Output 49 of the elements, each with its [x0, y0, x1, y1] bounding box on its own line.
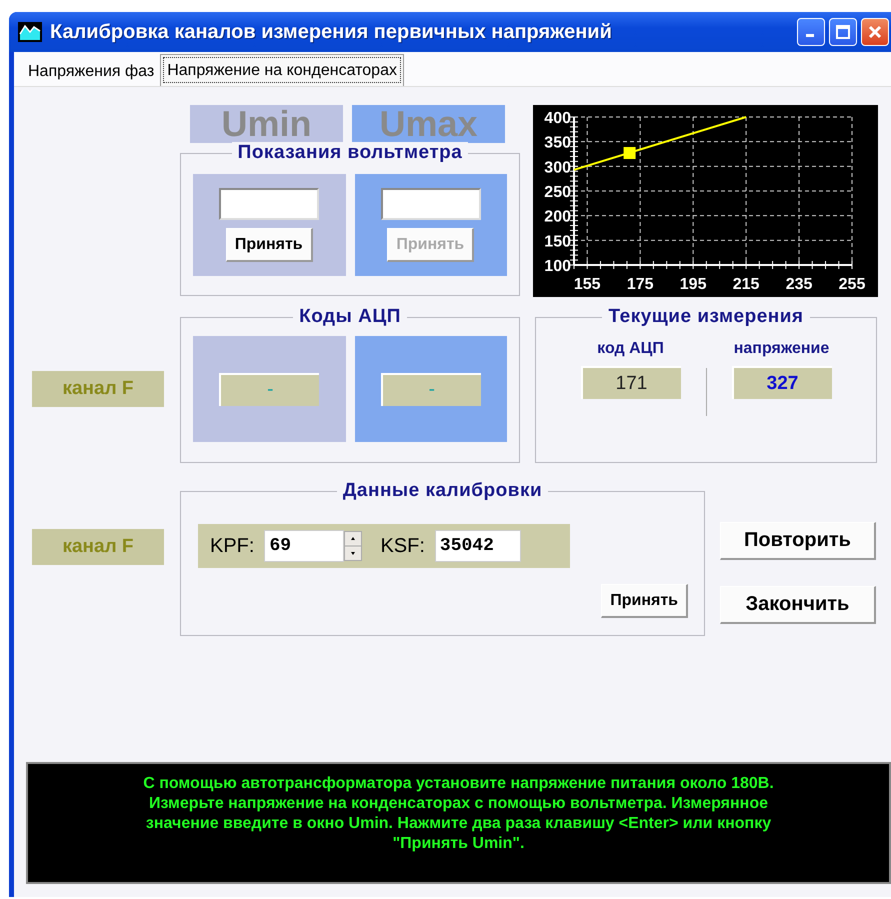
- x-tick-label: 255: [838, 276, 866, 293]
- minimize-button[interactable]: [797, 18, 825, 46]
- adc-code-readout: -: [219, 372, 320, 406]
- spinner-arrows-icon[interactable]: [344, 531, 362, 561]
- field-label: KPF:: [210, 534, 254, 558]
- tab[interactable]: Напряжения фаз: [22, 58, 160, 86]
- y-tick-label: 350: [544, 134, 571, 152]
- x-tick-label: 175: [626, 276, 654, 293]
- column-header: Umin: [190, 105, 343, 143]
- maximize-icon[interactable]: [836, 25, 850, 39]
- field-label: KSF:: [380, 534, 425, 558]
- ksf-input-field[interactable]: 35042: [434, 530, 521, 562]
- x-tick-label: 195: [680, 276, 706, 293]
- channel-label: канал F: [32, 529, 164, 565]
- action-button[interactable]: Повторить: [720, 522, 876, 560]
- x-tick-label: 235: [786, 276, 812, 293]
- group-title: Данные калибровки: [336, 480, 548, 501]
- y-tick-label: 300: [544, 159, 571, 176]
- measurement-label: напряжение: [734, 340, 830, 358]
- window-title: Калибровка каналов измерения первичных напряжений: [50, 20, 613, 44]
- y-tick-label: 250: [544, 184, 571, 201]
- y-tick-label: 150: [544, 233, 571, 250]
- accept-button[interactable]: Принять: [226, 228, 313, 262]
- accept-button[interactable]: Принять: [601, 584, 688, 618]
- x-tick-label: 155: [574, 276, 601, 293]
- action-button[interactable]: Закончить: [720, 586, 876, 624]
- tab[interactable]: Напряжение на конденсаторах: [160, 54, 404, 86]
- app-icon: [18, 22, 42, 42]
- y-tick-label: 200: [544, 208, 571, 226]
- current-point-marker: [624, 147, 636, 160]
- x-tick-label: 215: [732, 276, 760, 293]
- close-button[interactable]: [861, 18, 889, 46]
- y-tick-label: 400: [544, 110, 571, 127]
- channel-label: канал F: [32, 371, 164, 407]
- y-tick-label: 100: [544, 258, 571, 275]
- instruction-message: С помощью автотрансформатора установите напряжение питания около 180В. Измерьте напряжение на конденсаторах с помощью вольтметра. Измерянное значение введите в окно Umin. Нажмите два раза клавишу <Enter> или кнопку "Принять Umin".: [26, 762, 891, 884]
- adc-code-readout: -: [380, 372, 481, 406]
- voltage-input-field[interactable]: [219, 188, 320, 220]
- group-title: Коды АЦП: [293, 306, 407, 327]
- close-icon[interactable]: [868, 25, 882, 39]
- kpf-input-field[interactable]: 69: [264, 530, 344, 562]
- adc-code-readout: 171: [580, 366, 680, 399]
- column-header: Umax: [352, 105, 505, 143]
- voltage-input-field[interactable]: [380, 188, 481, 220]
- voltage-readout: 327: [732, 366, 832, 399]
- group-title: Показания вольтметра: [232, 142, 468, 163]
- maximize-button[interactable]: [829, 18, 857, 46]
- measurement-label: код АЦП: [597, 340, 664, 358]
- group-title: Текущие измерения: [602, 306, 810, 327]
